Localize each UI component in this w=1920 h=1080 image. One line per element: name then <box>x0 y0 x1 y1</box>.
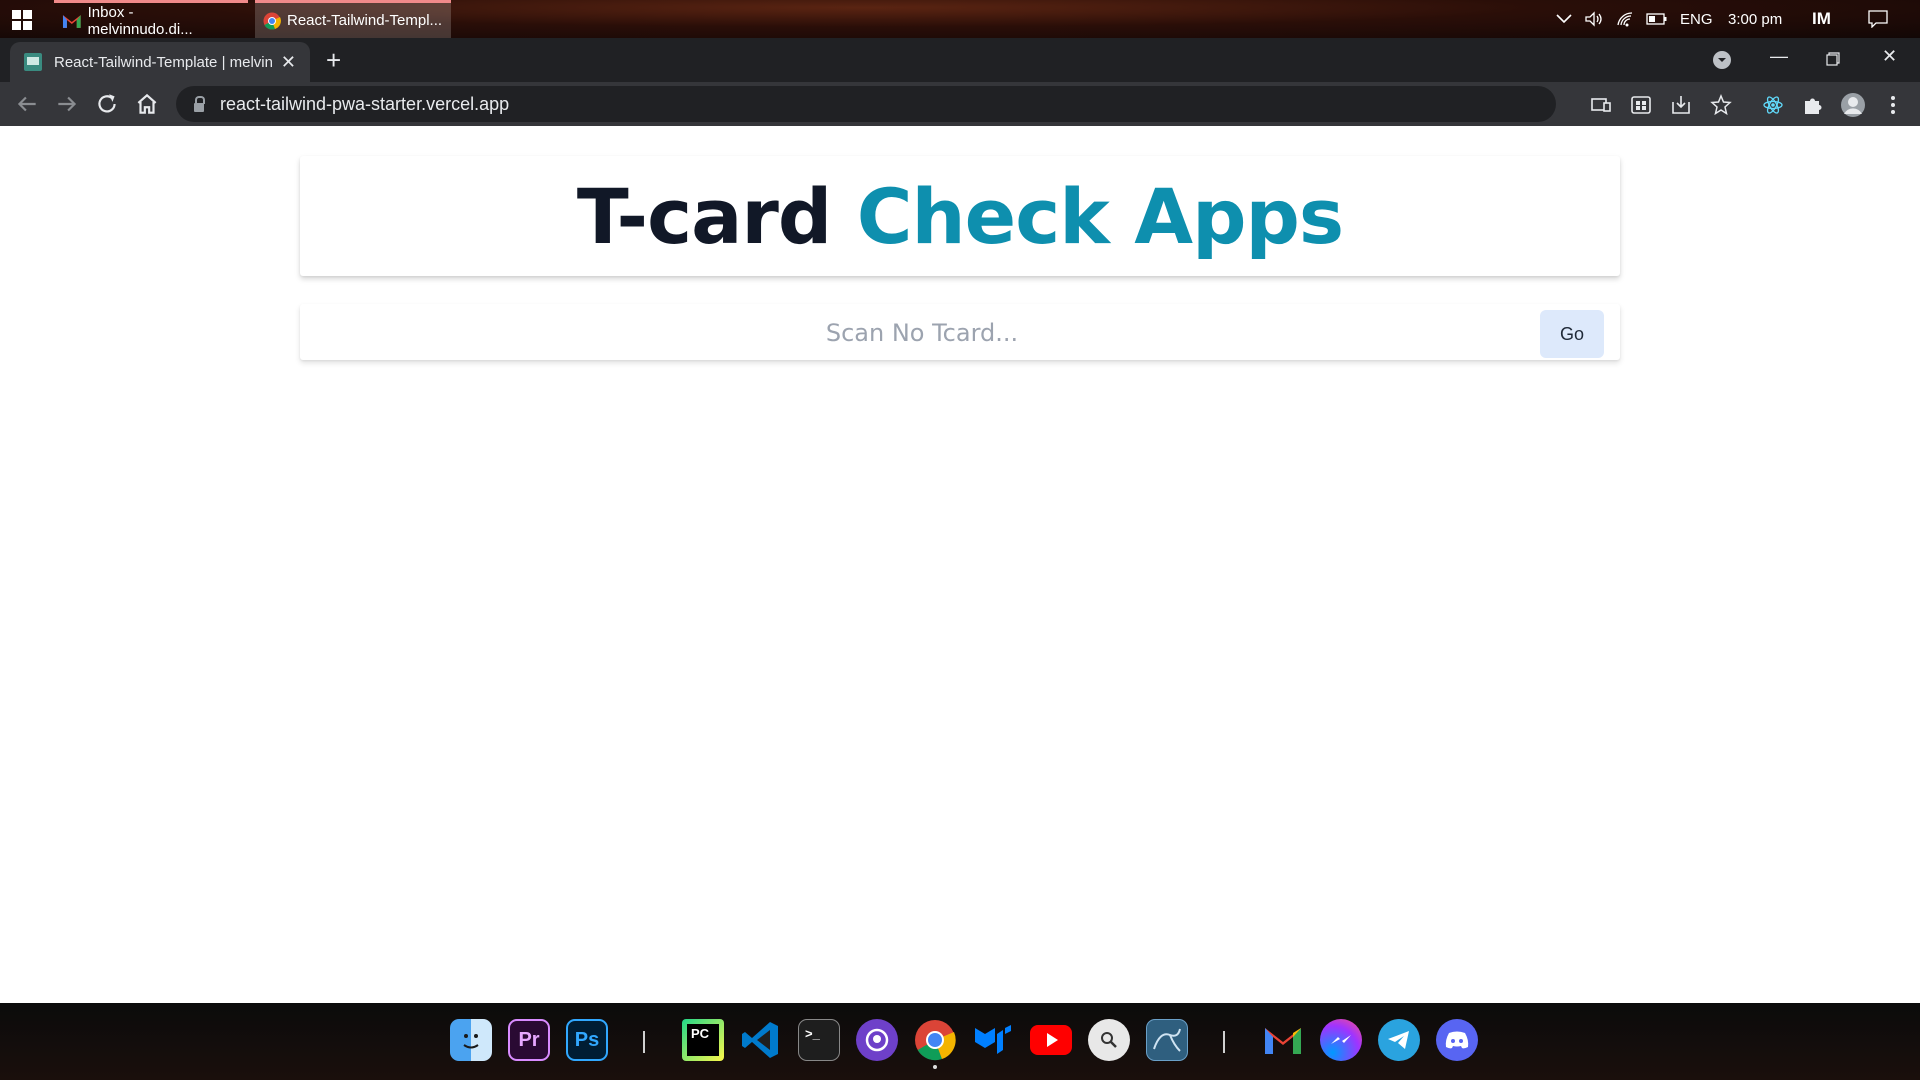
page-title-part2: Check Apps <box>856 171 1344 261</box>
profile-avatar-icon[interactable] <box>1840 92 1866 118</box>
app-install-icon[interactable] <box>1630 94 1652 116</box>
os-taskbar: Inbox - melvinnudo.di... React-Tailwind-… <box>0 0 1920 38</box>
wifi-icon[interactable] <box>1616 0 1636 38</box>
tab-search-icon[interactable] <box>1712 50 1732 70</box>
photoshop-icon[interactable]: Ps <box>566 1019 608 1061</box>
dock-separator <box>643 1031 645 1053</box>
install-download-icon[interactable] <box>1670 94 1692 116</box>
windows-start-icon[interactable] <box>12 10 32 30</box>
address-bar-url: react-tailwind-pwa-starter.vercel.app <box>220 93 510 114</box>
pycharm-icon[interactable]: PC <box>682 1019 724 1061</box>
browser-tab-strip: React-Tailwind-Template | melvin ✕ + — ✕ <box>0 38 1920 82</box>
browser-tab-title: React-Tailwind-Template | melvin <box>54 53 273 71</box>
telegram-icon[interactable] <box>1378 1019 1420 1061</box>
page-title: T-card Check Apps <box>576 171 1344 261</box>
taskbar-item-chrome[interactable]: React-Tailwind-Templ... <box>255 0 451 38</box>
restore-icon[interactable] <box>1826 52 1840 66</box>
gmail-icon <box>62 14 81 28</box>
extensions-puzzle-icon[interactable] <box>1802 94 1824 116</box>
chrome-menu-icon[interactable] <box>1882 94 1904 116</box>
page-title-part1: T-card <box>576 171 832 261</box>
new-tab-plus-icon[interactable]: + <box>326 38 341 82</box>
chrome-icon <box>263 12 281 30</box>
react-devtools-icon[interactable] <box>1762 94 1784 116</box>
gmail-dock-icon[interactable] <box>1262 1019 1304 1061</box>
site-favicon-icon <box>24 53 42 71</box>
address-bar[interactable]: react-tailwind-pwa-starter.vercel.app <box>176 86 1556 122</box>
tray-chevron-icon[interactable] <box>1556 0 1572 38</box>
pycharm-label: PC <box>687 1024 719 1056</box>
spotlight-search-icon[interactable] <box>1088 1019 1130 1061</box>
home-icon[interactable] <box>134 91 160 117</box>
battery-icon[interactable] <box>1646 0 1668 38</box>
reload-icon[interactable] <box>94 91 120 117</box>
chrome-dock-icon[interactable] <box>914 1019 956 1061</box>
running-indicator <box>933 1065 937 1069</box>
taskbar-item-gmail[interactable]: Inbox - melvinnudo.di... <box>54 0 248 38</box>
finder-icon[interactable] <box>450 1019 492 1061</box>
cast-icon[interactable] <box>1590 94 1612 116</box>
premiere-pro-icon[interactable]: Pr <box>508 1019 550 1061</box>
taskbar-item-label: React-Tailwind-Templ... <box>287 12 443 29</box>
github-icon[interactable] <box>856 1019 898 1061</box>
mysql-workbench-icon[interactable] <box>1146 1019 1188 1061</box>
header-card: T-card Check Apps <box>300 156 1620 276</box>
tcard-search-input[interactable] <box>300 304 1544 362</box>
minimize-icon[interactable]: — <box>1770 46 1788 67</box>
dock: Pr Ps PC >_ <box>0 1003 1920 1080</box>
dock-separator <box>1223 1031 1225 1053</box>
terminal-icon[interactable]: >_ <box>798 1019 840 1061</box>
back-icon[interactable] <box>14 91 40 117</box>
taskbar-item-label: Inbox - melvinnudo.di... <box>87 3 193 38</box>
close-window-icon[interactable]: ✕ <box>1882 46 1897 67</box>
search-card: Go <box>300 304 1620 362</box>
youtube-icon[interactable] <box>1030 1019 1072 1061</box>
browser-tab-active[interactable]: React-Tailwind-Template | melvin ✕ <box>10 42 310 82</box>
volume-icon[interactable] <box>1584 0 1604 38</box>
clock[interactable]: 3:00 pm <box>1728 0 1782 38</box>
lock-icon[interactable] <box>194 95 205 112</box>
close-tab-icon[interactable]: ✕ <box>281 52 296 73</box>
vscode-icon[interactable] <box>740 1019 782 1061</box>
messenger-icon[interactable] <box>1320 1019 1362 1061</box>
browser-toolbar: react-tailwind-pwa-starter.vercel.app <box>0 82 1920 126</box>
go-button[interactable]: Go <box>1540 310 1604 358</box>
discord-icon[interactable] <box>1436 1019 1478 1061</box>
language-indicator[interactable]: ENG <box>1680 0 1713 38</box>
mui-icon[interactable] <box>972 1019 1014 1061</box>
forward-icon[interactable] <box>54 91 80 117</box>
notifications-icon[interactable] <box>1868 0 1888 38</box>
bookmark-star-icon[interactable] <box>1710 94 1732 116</box>
page-viewport: T-card Check Apps Go <box>0 126 1920 1003</box>
tray-app-icon[interactable]: IM <box>1812 0 1831 38</box>
